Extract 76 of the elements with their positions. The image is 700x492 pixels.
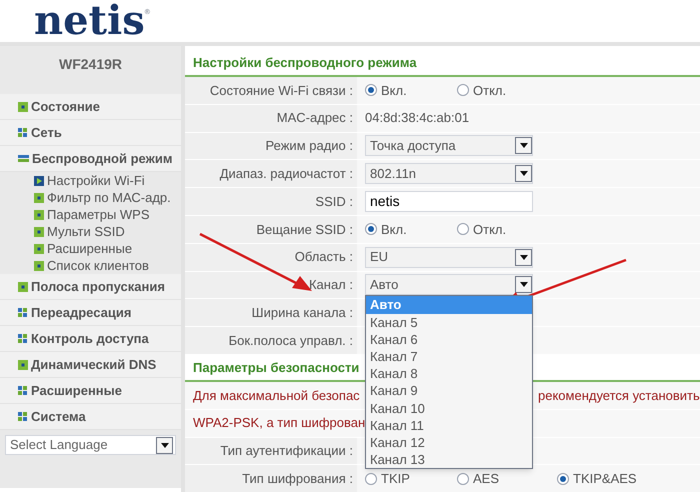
field-label: Вещание SSID : — [185, 216, 357, 243]
grid-icon — [18, 334, 28, 344]
dropdown-option[interactable]: Канал 13 — [366, 451, 532, 468]
radio-label: Откл. — [473, 82, 506, 100]
field-label: Режим радио : — [185, 132, 357, 160]
sidebar-item[interactable]: Полоса пропускания — [0, 274, 181, 300]
sidebar-item[interactable]: Состояние — [0, 94, 181, 120]
sidebar-subitem[interactable]: Расширенные — [0, 240, 181, 257]
dropdown-option[interactable]: Канал 8 — [366, 365, 532, 382]
bullet-icon — [34, 210, 44, 220]
radio-button[interactable] — [457, 223, 469, 236]
select-field[interactable]: Точка доступа — [365, 135, 533, 156]
field-label: Бок.полоса управл. : — [185, 327, 357, 354]
radio-label: Вкл. — [381, 82, 407, 100]
sidebar-subitem[interactable]: Параметры WPS — [0, 206, 181, 223]
sidebar-item[interactable]: Переадресация — [0, 300, 181, 326]
bullet-icon — [18, 102, 28, 112]
collapse-icon — [18, 154, 29, 163]
radio-label: Откл. — [473, 220, 506, 239]
radio-label: TKIP&AES — [573, 470, 637, 488]
language-select[interactable]: Select Language — [5, 435, 176, 455]
bullet-icon — [18, 282, 28, 292]
field-label: Тип шифрования : — [185, 465, 357, 492]
dropdown-option[interactable]: Канал 9 — [366, 382, 532, 400]
logo: netis — [34, 1, 145, 41]
dropdown-option[interactable]: Канал 10 — [366, 400, 532, 417]
radio-button[interactable] — [457, 84, 469, 96]
radio-button[interactable] — [365, 223, 377, 236]
grid-icon — [18, 128, 28, 138]
field-label: Канал : — [185, 272, 357, 298]
security-note: рекомендуется установить — [538, 386, 700, 405]
grid-icon — [18, 386, 28, 396]
grid-icon — [18, 308, 28, 318]
security-note: Для максимальной безопас — [193, 386, 361, 405]
sidebar-item[interactable]: Контроль доступа — [0, 326, 181, 352]
model-name: WF2419R — [58, 55, 124, 74]
bullet-icon — [34, 226, 44, 236]
dropdown-option[interactable]: Канал 11 — [366, 416, 532, 434]
radio-button[interactable] — [457, 472, 469, 485]
ssid-field[interactable]: netis — [365, 191, 533, 212]
bullet-icon — [34, 244, 44, 254]
sidebar-subitem[interactable]: Фильтр по МАС-адр. — [0, 189, 181, 206]
security-note: WPA2-PSK, а тип шифрован — [193, 414, 365, 432]
select-field[interactable]: 802.11n — [365, 163, 533, 184]
sidebar-subitem[interactable]: Мульти SSID — [0, 223, 181, 240]
radio-label: Вкл. — [381, 220, 407, 239]
field-value: 04:8d:38:4c:ab:01 — [365, 109, 470, 128]
bullet-icon — [34, 192, 44, 202]
select-field[interactable]: EU — [365, 246, 533, 268]
sidebar-subitem[interactable]: Список клиентов — [0, 257, 181, 274]
sidebar-item[interactable]: Динамический DNS — [0, 352, 181, 378]
sidebar-item[interactable]: Беспроводной режим — [0, 146, 181, 172]
bullet-icon — [34, 260, 44, 270]
field-label: Состояние Wi-Fi связи : — [185, 77, 357, 104]
sidebar-item[interactable]: Система — [0, 404, 181, 430]
field-label: MAC-адрес : — [185, 104, 357, 132]
sidebar-item[interactable]: Расширенные — [0, 378, 181, 404]
field-label: Диапаз. радиочастот : — [185, 160, 357, 188]
dropdown-option[interactable]: Канал 5 — [366, 314, 532, 331]
radio-button[interactable] — [365, 472, 377, 485]
dropdown-option[interactable]: Канал 12 — [366, 434, 532, 452]
dropdown-option[interactable]: Авто — [366, 296, 532, 314]
field-label: Область : — [185, 244, 357, 271]
radio-label: TKIP — [381, 470, 410, 488]
play-icon — [34, 176, 44, 186]
field-label: Ширина канала : — [185, 299, 357, 326]
bullet-icon — [18, 360, 28, 370]
field-label: SSID : — [185, 188, 357, 215]
radio-button[interactable] — [365, 84, 377, 96]
grid-icon — [18, 412, 28, 422]
radio-label: AES — [473, 470, 500, 488]
sidebar-item[interactable]: Сеть — [0, 120, 181, 146]
radio-button[interactable] — [557, 472, 569, 485]
select-field[interactable]: Авто — [365, 274, 533, 296]
sidebar-subitem[interactable]: Настройки Wi-Fi — [0, 172, 181, 189]
field-label: Тип аутентификации : — [185, 438, 357, 464]
